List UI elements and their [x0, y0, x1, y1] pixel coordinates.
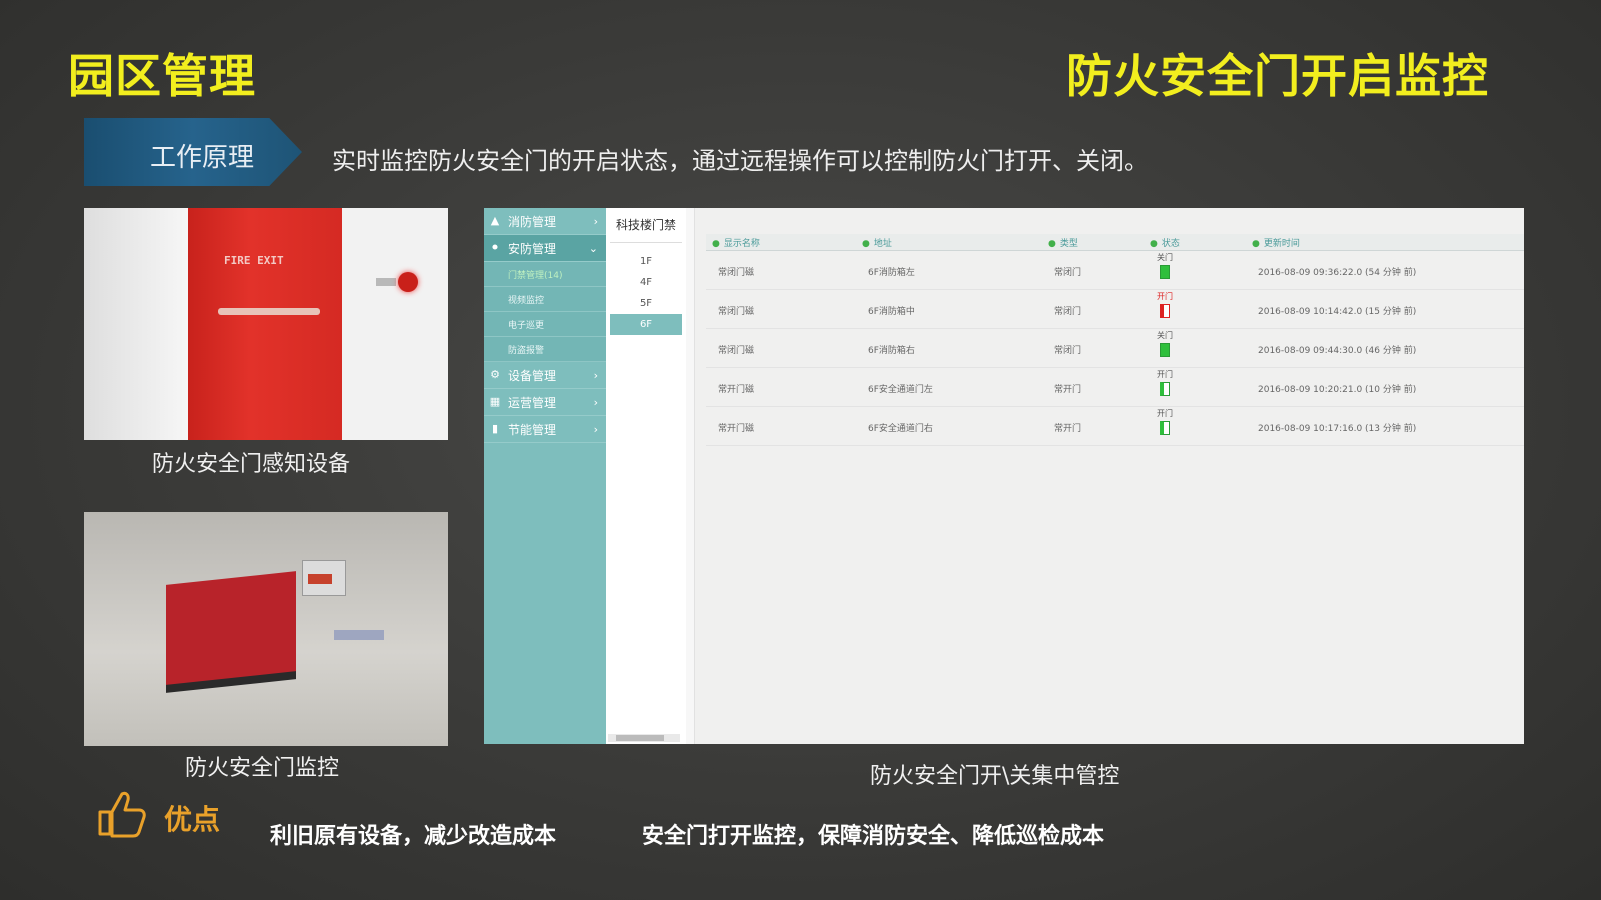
status-text: 开门	[1157, 292, 1173, 301]
door-status-icon	[1160, 382, 1170, 396]
app-caption: 防火安全门开\关集中管控	[870, 764, 1120, 789]
door-status-icon	[1160, 421, 1170, 435]
table-header: 显示名称 地址 类型 状态 更新时间	[706, 234, 1524, 251]
sidebar-item-equipment[interactable]: ⚙ 设备管理 ›	[484, 362, 606, 389]
photo1-caption: 防火安全门感知设备	[152, 452, 351, 477]
grid-icon: ▦	[489, 395, 501, 408]
cell-status: 开门	[1150, 409, 1180, 438]
cell-name: 常开门磁	[718, 424, 755, 434]
monitoring-app-window: ▲ 消防管理 › ⚫ 安防管理 ⌄ 门禁管理(14) 视频监控 电子巡更 防盗报…	[484, 208, 1524, 744]
fire-extinguisher-icon: ▲	[490, 214, 500, 227]
gears-icon: ⚙	[490, 368, 500, 381]
sidebar-subitem-video[interactable]: 视频监控	[484, 287, 606, 312]
chevron-right-icon: ›	[593, 368, 598, 382]
floor-item-5f[interactable]: 5F	[610, 293, 682, 314]
table-row[interactable]: 常开门磁 6F安全通道门右 常开门 开门 2016-08-09 10:17:16.0 (…	[706, 407, 1524, 446]
cell-address: 6F消防箱左	[868, 268, 915, 278]
sidebar-item-operations[interactable]: ▦ 运营管理 ›	[484, 389, 606, 416]
cell-updated: 2016-08-09 10:20:21.0 (10 分钟 前)	[1258, 385, 1417, 395]
door-monitor-photo	[84, 512, 448, 746]
status-text: 关门	[1157, 253, 1173, 262]
table-row[interactable]: 常开门磁 6F安全通道门左 常开门 开门 2016-08-09 10:20:21.0 (…	[706, 368, 1524, 407]
floor-list: 科技楼门禁 1F 4F 5F 6F	[606, 208, 687, 744]
cell-name: 常开门磁	[718, 385, 755, 395]
status-text: 开门	[1157, 370, 1173, 379]
cell-updated: 2016-08-09 10:14:42.0 (15 分钟 前)	[1258, 307, 1417, 317]
chevron-right-icon: ›	[593, 422, 598, 436]
cell-address: 6F安全通道门右	[868, 424, 933, 434]
advantages-label: 优点	[164, 803, 221, 836]
chevron-down-icon: ⌄	[588, 241, 598, 255]
col-updated[interactable]: 更新时间	[1252, 236, 1300, 249]
sidebar: ▲ 消防管理 › ⚫ 安防管理 ⌄ 门禁管理(14) 视频监控 电子巡更 防盗报…	[484, 208, 606, 744]
status-text: 开门	[1157, 409, 1173, 418]
sidebar-item-label: 设备管理	[508, 368, 557, 383]
cell-status: 关门	[1150, 331, 1180, 360]
col-name[interactable]: 显示名称	[712, 236, 760, 249]
door-status-icon	[1160, 304, 1170, 318]
cell-address: 6F消防箱右	[868, 346, 915, 356]
status-text: 关门	[1157, 331, 1173, 340]
table-row[interactable]: 常闭门磁 6F消防箱左 常闭门 关门 2016-08-09 09:36:22.0 (54…	[706, 251, 1524, 290]
door-status-icon	[1160, 343, 1170, 357]
cell-updated: 2016-08-09 09:44:30.0 (46 分钟 前)	[1258, 346, 1417, 356]
floor-item-6f[interactable]: 6F	[610, 314, 682, 335]
sidebar-item-fire[interactable]: ▲ 消防管理 ›	[484, 208, 606, 235]
chevron-right-icon: ›	[593, 214, 598, 228]
sidebar-item-label: 节能管理	[508, 422, 557, 437]
floor-item-4f[interactable]: 4F	[610, 272, 682, 293]
cell-type: 常闭门	[1054, 268, 1082, 278]
sidebar-item-label: 运营管理	[508, 395, 557, 410]
advantage-item-1: 利旧原有设备，减少改造成本	[270, 824, 557, 849]
cell-name: 常闭门磁	[718, 268, 755, 278]
cell-name: 常闭门磁	[718, 307, 755, 317]
cell-type: 常闭门	[1054, 346, 1082, 356]
principle-description: 实时监控防火安全门的开启状态，通过远程操作可以控制防火门打开、关闭。	[332, 147, 1148, 175]
cell-updated: 2016-08-09 10:17:16.0 (13 分钟 前)	[1258, 424, 1417, 434]
sidebar-subitem-patrol[interactable]: 电子巡更	[484, 312, 606, 337]
cell-name: 常闭门磁	[718, 346, 755, 356]
cell-updated: 2016-08-09 09:36:22.0 (54 分钟 前)	[1258, 268, 1417, 278]
door-sensor-light	[398, 272, 418, 292]
photo2-caption: 防火安全门监控	[185, 756, 340, 781]
cell-status: 开门	[1150, 292, 1180, 321]
advantage-item-2: 安全门打开监控，保障消防安全、降低巡检成本	[642, 824, 1105, 849]
floor-item-1f[interactable]: 1F	[610, 251, 682, 272]
chevron-right-icon: ›	[593, 395, 598, 409]
battery-icon: ▮	[491, 422, 499, 435]
sidebar-subitem-alarm[interactable]: 防盗报警	[484, 337, 606, 362]
floor-list-scrollbar[interactable]	[608, 734, 680, 742]
floor-list-header: 科技楼门禁	[610, 208, 682, 243]
sidebar-item-label: 安防管理	[508, 241, 557, 256]
cell-address: 6F安全通道门左	[868, 385, 933, 395]
cell-type: 常闭门	[1054, 307, 1082, 317]
sidebar-item-label: 消防管理	[508, 214, 557, 229]
sidebar-item-energy[interactable]: ▮ 节能管理 ›	[484, 416, 606, 443]
col-status[interactable]: 状态	[1150, 236, 1180, 249]
cell-type: 常开门	[1054, 424, 1082, 434]
door-push-bar	[218, 308, 320, 315]
cell-type: 常开门	[1054, 385, 1082, 395]
door-sensor-device	[376, 278, 396, 286]
fire-door-photo: FIRE EXIT	[84, 208, 448, 440]
cell-status: 开门	[1150, 370, 1180, 399]
door-status-icon	[1160, 265, 1170, 279]
table-row[interactable]: 常闭门磁 6F消防箱右 常闭门 关门 2016-08-09 09:44:30.0 (46…	[706, 329, 1524, 368]
col-type[interactable]: 类型	[1048, 236, 1078, 249]
sidebar-item-security[interactable]: ⚫ 安防管理 ⌄	[484, 235, 606, 262]
door-status-table: 显示名称 地址 类型 状态 更新时间 常闭门磁6F消防箱左常闭门关门2016-0…	[706, 234, 1524, 446]
page-title-left: 园区管理	[68, 49, 256, 103]
page-title-right: 防火安全门开启监控	[1066, 49, 1489, 103]
table-row[interactable]: 常闭门磁 6F消防箱中 常闭门 开门 2016-08-09 10:14:42.0 (15…	[706, 290, 1524, 329]
thumbs-up-icon	[98, 791, 146, 838]
shield-icon: ⚫	[490, 241, 500, 254]
col-address[interactable]: 地址	[862, 236, 892, 249]
sidebar-subitem-access[interactable]: 门禁管理(14)	[484, 262, 606, 287]
fire-hydrant-box	[166, 571, 296, 685]
cell-address: 6F消防箱中	[868, 307, 915, 317]
fire-exit-sign: FIRE EXIT	[224, 254, 284, 267]
principle-tab-label: 工作原理	[150, 143, 255, 173]
panel-scrollbar[interactable]	[686, 208, 695, 744]
cell-status: 关门	[1150, 253, 1180, 282]
